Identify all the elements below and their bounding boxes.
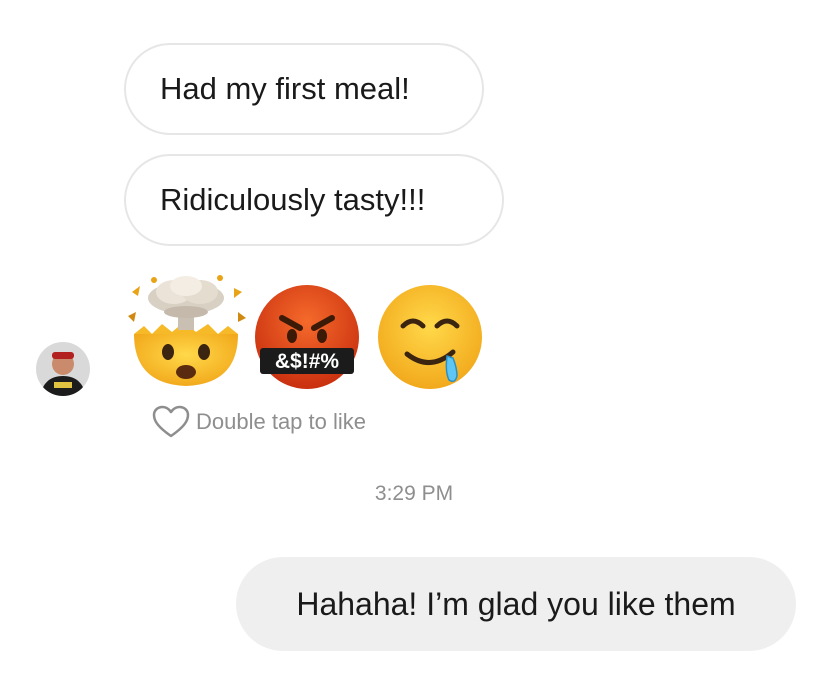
message-timestamp: 3:29 PM: [374, 482, 454, 505]
emoji-message[interactable]: &$!#%: [124, 272, 504, 392]
message-text: Ridiculously tasty!!!: [160, 182, 426, 217]
like-hint-text: Double tap to like: [196, 409, 366, 434]
face-with-symbols-emoji: &$!#%: [255, 285, 359, 389]
chat-thread: Had my first meal! Ridiculously tasty!!!: [0, 0, 828, 683]
double-tap-like-hint[interactable]: Double tap to like: [152, 404, 366, 440]
message-text: Had my first meal!: [160, 71, 410, 106]
symbols-text: &$!#%: [275, 350, 340, 373]
user-avatar-icon: [36, 342, 90, 396]
incoming-message-bubble[interactable]: Had my first meal!: [124, 43, 484, 135]
heart-outline-icon[interactable]: [152, 405, 190, 439]
incoming-message-bubble[interactable]: Ridiculously tasty!!!: [124, 154, 504, 246]
avatar[interactable]: [36, 342, 90, 396]
outgoing-message-bubble[interactable]: Hahaha! I’m glad you like them: [236, 557, 796, 651]
message-text: Hahaha! I’m glad you like them: [296, 585, 736, 622]
exploding-head-emoji: [128, 275, 246, 386]
drooling-face-emoji: [378, 285, 482, 389]
